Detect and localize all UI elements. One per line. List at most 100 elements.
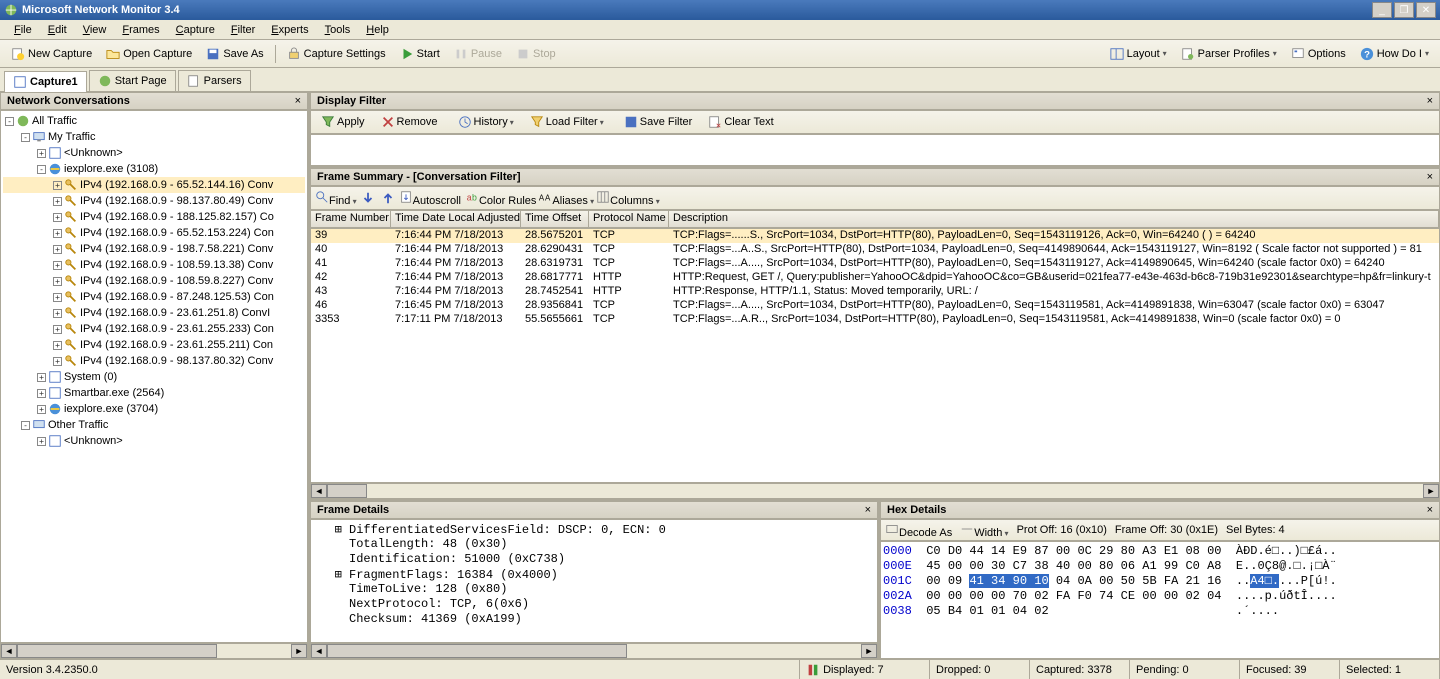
clear-text-button[interactable]: Clear Text: [702, 113, 779, 131]
expand-icon[interactable]: +: [53, 181, 62, 190]
start-button[interactable]: Start: [394, 45, 446, 63]
expand-icon[interactable]: +: [53, 197, 62, 206]
expand-icon[interactable]: +: [53, 245, 62, 254]
table-row[interactable]: 417:16:44 PM 7/18/201328.6319731TCPTCP:F…: [311, 257, 1439, 271]
apply-filter-button[interactable]: Apply: [315, 113, 371, 131]
stop-button[interactable]: Stop: [510, 45, 562, 63]
save-filter-button[interactable]: Save Filter: [618, 113, 699, 131]
menu-edit[interactable]: Edit: [40, 22, 75, 38]
tree-unknown-other[interactable]: <Unknown>: [64, 435, 123, 447]
tree-ipv4-conv[interactable]: IPv4 (192.168.0.9 - 87.248.125.53) Con: [80, 291, 274, 303]
hex-close-icon[interactable]: ×: [1427, 504, 1433, 516]
columns-button[interactable]: Columns: [596, 190, 660, 207]
tree-ipv4-conv[interactable]: IPv4 (192.168.0.9 - 65.52.153.224) Con: [80, 227, 274, 239]
tab-start-page[interactable]: Start Page: [89, 70, 176, 91]
pause-button[interactable]: Pause: [448, 45, 508, 63]
menu-experts[interactable]: Experts: [263, 22, 316, 38]
tree-ipv4-conv[interactable]: IPv4 (192.168.0.9 - 23.61.251.8) ConvI: [80, 307, 270, 319]
expand-icon[interactable]: +: [53, 309, 62, 318]
conversations-tree[interactable]: -All Traffic -My Traffic +<Unknown> -iex…: [0, 110, 308, 643]
tree-system[interactable]: System (0): [64, 371, 117, 383]
load-filter-button[interactable]: Load Filter: [524, 113, 610, 131]
tree-ipv4-conv[interactable]: IPv4 (192.168.0.9 - 108.59.8.227) Conv: [80, 275, 273, 287]
detail-line[interactable]: DifferentiatedServicesField: DSCP: 0, EC…: [349, 523, 666, 537]
tree-ipv4-conv[interactable]: IPv4 (192.168.0.9 - 98.137.80.49) Conv: [80, 195, 273, 207]
menu-view[interactable]: View: [75, 22, 115, 38]
col-protocol[interactable]: Protocol Name: [589, 211, 669, 227]
summary-scrollbar[interactable]: ◄►: [310, 483, 1440, 499]
expand-icon[interactable]: +: [37, 405, 46, 414]
collapse-icon[interactable]: -: [37, 165, 46, 174]
tab-parsers[interactable]: Parsers: [178, 70, 251, 91]
summary-close-icon[interactable]: ×: [1427, 171, 1433, 183]
table-row[interactable]: 397:16:44 PM 7/18/201328.5675201TCPTCP:F…: [311, 229, 1439, 243]
maximize-button[interactable]: ❐: [1394, 2, 1414, 18]
summary-grid[interactable]: 397:16:44 PM 7/18/201328.5675201TCPTCP:F…: [310, 228, 1440, 483]
expand-icon[interactable]: +: [53, 357, 62, 366]
menu-help[interactable]: Help: [358, 22, 397, 38]
arrow-up-icon[interactable]: [381, 191, 395, 205]
tree-ipv4-conv[interactable]: IPv4 (192.168.0.9 - 108.59.13.38) Conv: [80, 259, 273, 271]
details-close-icon[interactable]: ×: [865, 504, 871, 516]
menu-file[interactable]: File: [6, 22, 40, 38]
expand-icon[interactable]: +: [53, 213, 62, 222]
tree-all-traffic[interactable]: All Traffic: [32, 115, 77, 127]
parser-profiles-button[interactable]: Parser Profiles: [1175, 45, 1283, 63]
detail-line[interactable]: TimeToLive: 128 (0x80): [349, 582, 507, 596]
remove-filter-button[interactable]: Remove: [375, 113, 444, 131]
table-row[interactable]: 427:16:44 PM 7/18/201328.6817771HTTPHTTP…: [311, 271, 1439, 285]
col-time-date[interactable]: Time Date Local Adjusted: [391, 211, 521, 227]
tree-ipv4-conv[interactable]: IPv4 (192.168.0.9 - 198.7.58.221) Conv: [80, 243, 273, 255]
width-button[interactable]: Width: [960, 522, 1008, 539]
table-row[interactable]: 437:16:44 PM 7/18/201328.7452541HTTPHTTP…: [311, 285, 1439, 299]
layout-button[interactable]: Layout: [1104, 45, 1173, 63]
details-scrollbar[interactable]: ◄►: [310, 643, 878, 659]
tab-capture1[interactable]: Capture1: [4, 71, 87, 92]
table-row[interactable]: 467:16:45 PM 7/18/201328.9356841TCPTCP:F…: [311, 299, 1439, 313]
expand-icon[interactable]: +: [53, 229, 62, 238]
tree-ipv4-conv[interactable]: IPv4 (192.168.0.9 - 23.61.255.211) Con: [80, 339, 273, 351]
menu-filter[interactable]: Filter: [223, 22, 263, 38]
expand-icon[interactable]: +: [53, 325, 62, 334]
expand-icon[interactable]: +: [37, 373, 46, 382]
autoscroll-button[interactable]: Autoscroll: [399, 190, 461, 207]
expand-icon[interactable]: +: [53, 261, 62, 270]
collapse-icon[interactable]: -: [21, 133, 30, 142]
options-button[interactable]: Options: [1285, 45, 1352, 63]
history-button[interactable]: History: [452, 113, 520, 131]
frame-details-tree[interactable]: ⊞ DifferentiatedServicesField: DSCP: 0, …: [310, 519, 878, 643]
save-as-button[interactable]: Save As: [200, 45, 269, 63]
tree-ipv4-conv[interactable]: IPv4 (192.168.0.9 - 65.52.144.16) Conv: [80, 179, 273, 191]
table-row[interactable]: 33537:17:11 PM 7/18/201355.5655661TCPTCP…: [311, 313, 1439, 327]
tree-scrollbar[interactable]: ◄►: [0, 643, 308, 659]
expand-icon[interactable]: +: [53, 293, 62, 302]
collapse-icon[interactable]: -: [21, 421, 30, 430]
aliases-button[interactable]: AAAliases: [538, 190, 594, 207]
expand-icon[interactable]: +: [37, 149, 46, 158]
minimize-button[interactable]: _: [1372, 2, 1392, 18]
menu-tools[interactable]: Tools: [317, 22, 359, 38]
open-capture-button[interactable]: Open Capture: [100, 45, 198, 63]
tree-ipv4-conv[interactable]: IPv4 (192.168.0.9 - 23.61.255.233) Con: [80, 323, 274, 335]
col-frame-number[interactable]: Frame Number: [311, 211, 391, 227]
detail-line[interactable]: Checksum: 41369 (0xA199): [349, 612, 522, 626]
tree-unknown[interactable]: <Unknown>: [64, 147, 123, 159]
find-button[interactable]: Find: [315, 190, 357, 207]
tree-iexplore-3108[interactable]: iexplore.exe (3108): [64, 163, 158, 175]
filter-input[interactable]: [310, 134, 1440, 166]
capture-settings-button[interactable]: Capture Settings: [281, 45, 392, 63]
decode-as-button[interactable]: Decode As: [885, 522, 952, 539]
detail-line[interactable]: FragmentFlags: 16384 (0x4000): [349, 568, 558, 582]
col-description[interactable]: Description: [669, 211, 1439, 227]
detail-line[interactable]: Identification: 51000 (0xC738): [349, 552, 565, 566]
conversations-close-icon[interactable]: ×: [295, 95, 301, 107]
tree-my-traffic[interactable]: My Traffic: [48, 131, 95, 143]
expand-icon[interactable]: +: [37, 389, 46, 398]
tree-other-traffic[interactable]: Other Traffic: [48, 419, 108, 431]
expand-icon[interactable]: +: [53, 341, 62, 350]
detail-line[interactable]: NextProtocol: TCP, 6(0x6): [349, 597, 529, 611]
detail-line[interactable]: TotalLength: 48 (0x30): [349, 537, 507, 551]
close-button[interactable]: ✕: [1416, 2, 1436, 18]
tree-ipv4-conv[interactable]: IPv4 (192.168.0.9 - 98.137.80.32) Conv: [80, 355, 273, 367]
help-button[interactable]: ?How Do I: [1354, 45, 1435, 63]
